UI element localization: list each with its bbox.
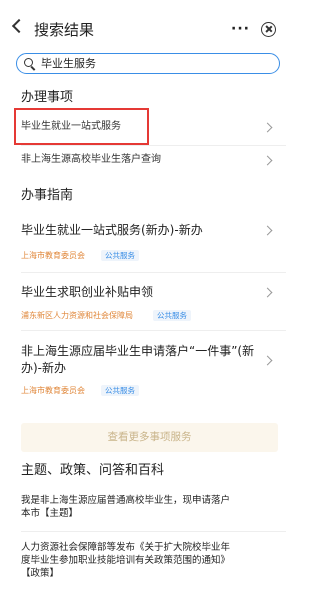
section-title-handle: 办理事项: [21, 90, 74, 105]
view-more-label: 查看更多事项服务: [107, 431, 192, 443]
agency-label: 浦东新区人力资源和社会保障局: [21, 311, 133, 320]
divider: [21, 272, 286, 273]
list-item-label: 非上海生源高校毕业生落户查询: [21, 154, 161, 165]
page-title: 搜索结果: [34, 21, 95, 39]
list-item-guide-1[interactable]: 毕业生就业一站式服务(新办)-新办 上海市教育委员会 公共服务: [0, 215, 286, 271]
list-item-label: 毕业生就业一站式服务(新办)-新办: [21, 223, 203, 237]
chevron-right-icon: [262, 287, 273, 298]
agency-label: 上海市教育委员会: [21, 251, 85, 260]
view-more-services-button[interactable]: 查看更多事项服务: [21, 423, 278, 452]
list-item-label: 毕业生求职创业补贴申领: [21, 285, 154, 299]
chevron-right-icon: [262, 355, 273, 366]
more-options-icon[interactable]: ···: [231, 20, 250, 38]
chevron-right-icon: [262, 155, 273, 166]
chevron-right-icon: [262, 225, 273, 236]
close-icon[interactable]: [261, 22, 276, 37]
list-item-label-line1: 非上海生源应届毕业生申请落户“一件事”(新: [21, 344, 255, 358]
agency-label: 上海市教育委员会: [21, 386, 85, 395]
section-title-topics: 主题、政策、问答和百科: [21, 463, 165, 478]
list-item-label-line2: 办)-新办: [21, 361, 67, 375]
chevron-right-icon: [262, 122, 273, 133]
highlight-box: [14, 108, 149, 145]
topic-line1: 人力资源社会保障部等发布《关于扩大院校毕业年: [21, 542, 231, 553]
search-value: 毕业生服务: [41, 57, 96, 70]
topic-line3: 【政策】: [21, 568, 60, 579]
search-input[interactable]: 毕业生服务: [16, 53, 280, 74]
list-item-guide-2[interactable]: 毕业生求职创业补贴申领 浦东新区人力资源和社会保障局 公共服务: [0, 276, 286, 326]
divider: [21, 531, 286, 532]
topic-line1: 我是非上海生源应届普通高校毕业生，现申请落户: [21, 495, 231, 506]
list-item-topic-2[interactable]: 人力资源社会保障部等发布《关于扩大院校毕业年 度毕业生参加职业技能培训有关政策范…: [0, 538, 286, 586]
list-item-guide-3[interactable]: 非上海生源应届毕业生申请落户“一件事”(新 办)-新办 上海市教育委员会 公共服…: [0, 340, 286, 410]
topic-line2: 度毕业生参加职业技能培训有关政策范围的通知》: [21, 555, 231, 566]
section-title-guide: 办事指南: [21, 188, 74, 203]
tag-badge: 公共服务: [101, 250, 139, 261]
back-arrow-icon[interactable]: [11, 18, 27, 34]
list-item-topic-1[interactable]: 我是非上海生源应届普通高校毕业生，现申请落户 本市【主题】: [0, 490, 286, 524]
top-bar: 搜索结果 ···: [0, 0, 286, 48]
tag-badge: 公共服务: [101, 385, 139, 396]
divider: [21, 330, 286, 331]
list-item-handle-2[interactable]: 非上海生源高校毕业生落户查询: [0, 146, 286, 174]
search-icon: [24, 58, 33, 67]
topic-line2: 本市【主题】: [21, 508, 79, 519]
tag-badge: 公共服务: [153, 310, 191, 321]
